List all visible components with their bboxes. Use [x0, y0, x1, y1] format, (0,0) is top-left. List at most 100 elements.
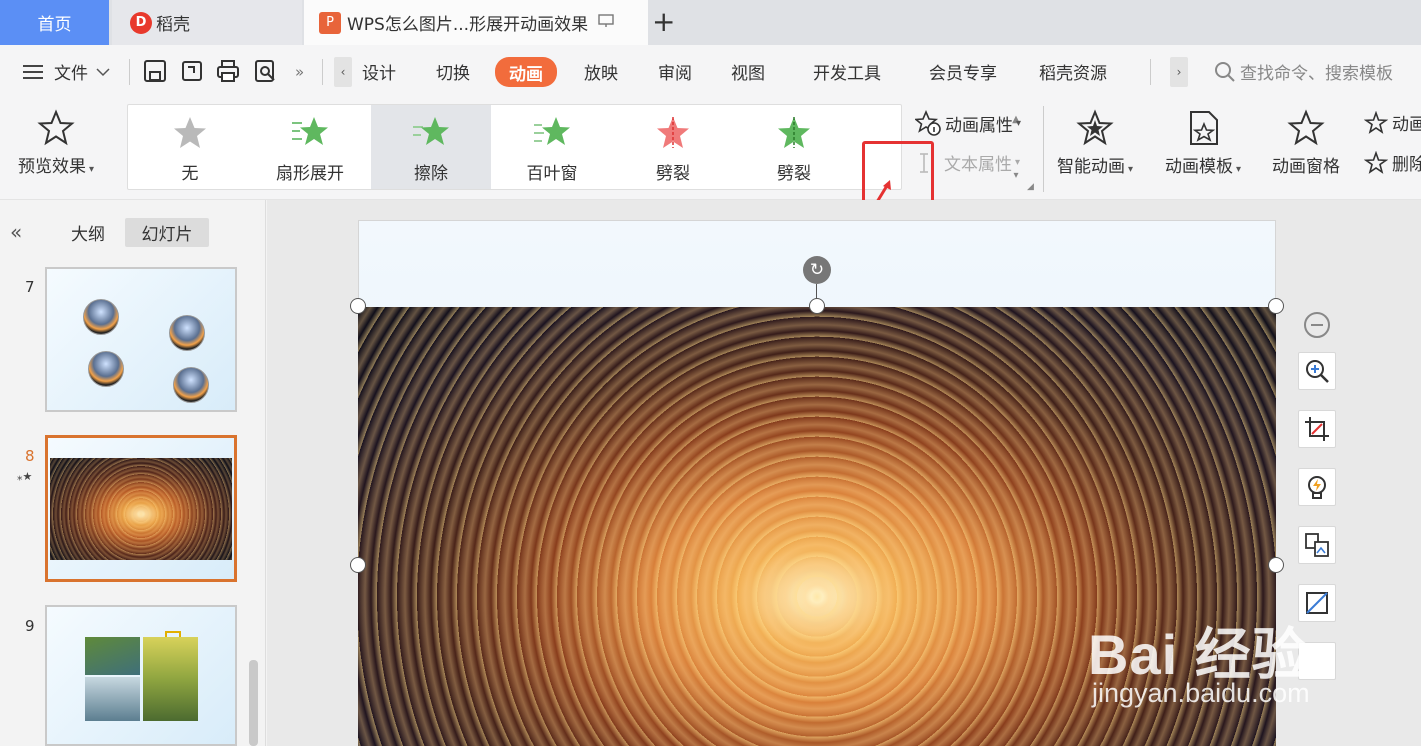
tab-transition[interactable]: 切换: [436, 45, 470, 98]
resize-handle[interactable]: [1268, 557, 1284, 573]
animation-brush-button[interactable]: 动画: [1364, 110, 1421, 135]
gallery-item-wipe[interactable]: 擦除: [371, 105, 491, 189]
lightbulb-icon: [1308, 476, 1326, 499]
template-star-icon: [1190, 111, 1219, 145]
smart-animation-label: 智能动画: [1057, 157, 1125, 177]
animation-pane-label: 动画窗格: [1272, 157, 1340, 177]
frame-decoration: [165, 631, 181, 637]
star-info-icon: [915, 110, 941, 136]
monitor-icon[interactable]: [598, 13, 614, 32]
resize-handle[interactable]: [1268, 298, 1284, 314]
menu-bar: 文件 » ‹ 设计 切换 动画 放映 审阅 视图 开发工具 会员专享 稻壳资源 …: [0, 45, 1421, 98]
resize-handle[interactable]: [350, 298, 366, 314]
resize-handle[interactable]: [809, 298, 825, 314]
preview-effect-button[interactable]: 预览效果 ▾: [18, 108, 94, 177]
scroll-right-button[interactable]: ›: [1170, 57, 1188, 87]
tab-review[interactable]: 审阅: [658, 45, 692, 98]
delete-animation-button[interactable]: 删除: [1364, 150, 1421, 175]
divider: [1043, 106, 1044, 192]
gallery-item-label: 劈裂: [777, 164, 811, 184]
crystal-ball-image: [173, 367, 209, 403]
slide-thumbnail-7[interactable]: [45, 267, 237, 412]
star-delete-icon: [1364, 150, 1388, 174]
divider: [322, 59, 323, 85]
crystal-ball-image: [169, 315, 205, 351]
save-icon[interactable]: [143, 59, 167, 83]
dialog-launcher-icon[interactable]: ◢: [1027, 182, 1034, 192]
gallery-item-none[interactable]: 无: [130, 105, 250, 189]
export-pdf-icon[interactable]: [180, 59, 204, 83]
divider: [1150, 59, 1151, 85]
rotate-handle-icon[interactable]: ↻: [803, 256, 831, 284]
tab-view[interactable]: 视图: [731, 45, 765, 98]
print-preview-icon[interactable]: [254, 59, 278, 83]
presentation-logo-icon: P: [319, 11, 341, 34]
gallery-item-label: 劈裂: [656, 164, 690, 184]
star-green-split-icon: [778, 117, 810, 148]
more-tools-icon[interactable]: »: [295, 45, 304, 98]
print-icon[interactable]: [216, 59, 240, 83]
tab-design[interactable]: 设计: [362, 45, 396, 98]
animation-star-icon: ⁎★: [17, 470, 33, 483]
file-menu[interactable]: 文件: [22, 45, 110, 98]
file-menu-label: 文件: [54, 64, 88, 84]
gallery-item-label: 扇形展开: [276, 164, 344, 184]
star-red-split-icon: [657, 117, 689, 148]
tab-slides[interactable]: 幻灯片: [125, 218, 209, 247]
tab-member[interactable]: 会员专享: [929, 45, 997, 98]
search-placeholder: 查找命令、搜索模板: [1240, 64, 1393, 84]
scroll-left-button[interactable]: ‹: [334, 57, 352, 87]
tab-daoke-label: 稻壳: [156, 15, 190, 35]
text-properties-label: 文本属性: [944, 155, 1012, 175]
animation-gallery: 无 扇形展开 擦除 百叶窗 劈裂 劈裂 ▲ ▾: [127, 104, 1020, 190]
star-outline-icon: [37, 109, 75, 146]
animation-template-label: 动画模板: [1165, 157, 1233, 177]
landscape-image: [85, 637, 140, 675]
replace-image-button[interactable]: [1298, 526, 1336, 564]
smart-animation-button[interactable]: 智能动画 ▾: [1057, 108, 1133, 177]
zoom-in-button[interactable]: [1298, 352, 1336, 390]
tab-daoke[interactable]: D 稻壳: [112, 0, 302, 45]
title-tab-bar: 首页 D 稻壳 P WPS怎么图片...形展开动画效果 +: [0, 0, 1421, 45]
zoom-out-icon[interactable]: [1304, 312, 1330, 338]
tab-document[interactable]: P WPS怎么图片...形展开动画效果: [304, 0, 648, 45]
tab-slideshow[interactable]: 放映: [584, 45, 618, 98]
gallery-item-split-green[interactable]: 劈裂: [734, 105, 854, 189]
preview-effect-label: 预览效果: [18, 157, 86, 177]
chevron-down-icon: [96, 67, 110, 76]
delete-animation-label: 删除: [1392, 155, 1421, 175]
tab-outline[interactable]: 大纲: [62, 218, 114, 247]
tab-daoke-resources[interactable]: 稻壳资源: [1039, 45, 1107, 98]
animation-template-button[interactable]: 动画模板 ▾: [1165, 108, 1241, 177]
gallery-item-blinds[interactable]: 百叶窗: [492, 105, 612, 189]
tab-developer-tools[interactable]: 开发工具: [813, 45, 881, 98]
slide-thumbnail-8[interactable]: [45, 435, 237, 582]
hamburger-icon: [23, 64, 43, 79]
spiral-image: [50, 458, 232, 560]
panel-scrollbar[interactable]: [249, 660, 258, 746]
collapse-panel-icon[interactable]: «: [10, 220, 22, 244]
gallery-item-label: 百叶窗: [526, 164, 578, 184]
tab-animation[interactable]: 动画: [495, 57, 557, 87]
animation-ribbon: 预览效果 ▾ 无 扇形展开 擦除 百叶窗 劈裂 劈裂 ▲ ▾ 动画属性 ▾ 文本…: [0, 98, 1421, 200]
baidu-watermark: Bai 经验 jingyan.baidu.com: [1088, 590, 1418, 720]
animation-pane-button[interactable]: 动画窗格: [1272, 108, 1340, 177]
crystal-ball-image: [83, 299, 119, 335]
resize-handle[interactable]: [350, 557, 366, 573]
gallery-item-split-red[interactable]: 劈裂: [613, 105, 733, 189]
slide-panel: « 大纲 幻灯片 7 8 ⁎★ 9: [0, 200, 266, 746]
crop-button[interactable]: [1298, 410, 1336, 448]
divider: [129, 59, 130, 85]
zoom-in-icon: [1306, 360, 1329, 383]
tab-home-label: 首页: [37, 15, 72, 35]
star-pane-icon: [1287, 109, 1325, 146]
slide-thumbnail-9[interactable]: [45, 605, 237, 746]
command-search[interactable]: 查找命令、搜索模板: [1214, 45, 1393, 98]
tab-home[interactable]: 首页: [0, 0, 109, 45]
animation-brush-label: 动画: [1392, 115, 1421, 135]
animation-properties-button[interactable]: 动画属性 ▾: [915, 110, 1021, 136]
gallery-item-fan-expand[interactable]: 扇形展开: [250, 105, 370, 189]
star-brush-icon: [1364, 110, 1388, 134]
new-tab-button[interactable]: +: [652, 6, 675, 38]
smart-suggest-button[interactable]: [1298, 468, 1336, 506]
